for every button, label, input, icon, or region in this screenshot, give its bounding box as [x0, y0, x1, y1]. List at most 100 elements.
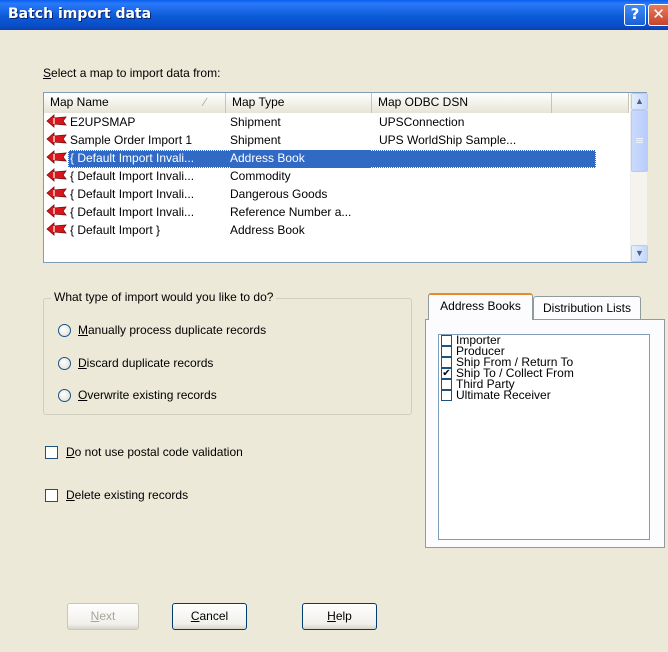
- column-label: Map Type: [232, 95, 285, 109]
- prompt-mnemonic: S: [43, 66, 52, 80]
- help-button[interactable]: Help: [302, 603, 377, 630]
- label-text: elete existing records: [74, 488, 189, 502]
- radio-overwrite[interactable]: [58, 389, 71, 402]
- import-type-title: What type of import would you like to do…: [51, 290, 277, 304]
- tab-label: Distribution Lists: [542, 301, 632, 315]
- table-row[interactable]: E2UPSMAP Shipment UPSConnection: [44, 114, 629, 132]
- checkbox[interactable]: [441, 379, 452, 390]
- button-label: ext: [99, 609, 116, 623]
- scroll-down-icon: ▼: [635, 248, 644, 258]
- table-row[interactable]: { Default Import } Address Book: [44, 222, 629, 240]
- column-header-dsn[interactable]: Map ODBC DSN: [372, 93, 552, 113]
- column-header-empty[interactable]: [552, 93, 629, 113]
- title-bar[interactable]: Batch import data ? ✕: [0, 0, 668, 30]
- column-header-map-type[interactable]: Map Type: [226, 93, 372, 113]
- map-type-cell: Reference Number a...: [230, 205, 352, 219]
- red-flag-icon: [46, 168, 68, 182]
- column-label: Map Name: [50, 95, 109, 109]
- checkbox[interactable]: [441, 335, 452, 346]
- map-name-text: { Default Import Invali...: [70, 151, 195, 165]
- map-type-cell: Commodity: [230, 169, 291, 183]
- tab-distribution-lists[interactable]: Distribution Lists: [533, 296, 641, 320]
- next-button[interactable]: Next: [67, 603, 139, 630]
- address-book-item[interactable]: Ultimate Receiver: [439, 388, 649, 402]
- batch-import-dialog: Batch import data ? ✕ Select a map to im…: [0, 0, 668, 652]
- address-book-label: Ultimate Receiver: [456, 388, 551, 402]
- red-flag-icon: [46, 150, 68, 164]
- column-label: Map ODBC DSN: [378, 95, 469, 109]
- red-flag-icon: [46, 186, 68, 200]
- table-row[interactable]: { Default Import Invali... Address Book: [44, 150, 629, 168]
- help-icon: ?: [630, 5, 640, 23]
- red-flag-icon: [46, 222, 68, 236]
- close-button[interactable]: ✕: [648, 4, 668, 26]
- mnemonic: H: [327, 609, 336, 623]
- table-row[interactable]: { Default Import Invali... Dangerous Good…: [44, 186, 629, 204]
- radio-overwrite-label[interactable]: Overwrite existing records: [78, 388, 217, 402]
- map-dsn-cell: [379, 222, 549, 240]
- radio-discard-label[interactable]: Discard duplicate records: [78, 356, 213, 370]
- map-name-cell: { Default Import Invali...: [46, 150, 228, 168]
- checkbox[interactable]: [441, 390, 452, 401]
- radio-discard[interactable]: [58, 357, 71, 370]
- label-text: o not use postal code validation: [74, 445, 243, 459]
- red-flag-icon: [46, 114, 68, 128]
- map-type-cell: Address Book: [230, 150, 370, 168]
- sort-arrow-icon: ∕: [204, 95, 207, 109]
- map-type-cell: Dangerous Goods: [230, 187, 328, 201]
- table-row[interactable]: Sample Order Import 1 Shipment UPS WorldSh…: [44, 132, 629, 150]
- label-text: anually process duplicate records: [88, 323, 267, 337]
- close-icon: ✕: [652, 5, 665, 23]
- map-name-cell: { Default Import }: [46, 222, 228, 240]
- map-dsn-cell: UPS WorldShip Sample...: [379, 133, 517, 147]
- checkbox-delete-existing-label[interactable]: Delete existing records: [66, 488, 188, 502]
- checkbox-delete-existing[interactable]: [45, 489, 58, 502]
- checkbox[interactable]: [441, 346, 452, 357]
- vertical-scrollbar[interactable]: ▲ ▼: [630, 93, 648, 262]
- tab-address-books[interactable]: Address Books: [428, 293, 533, 320]
- grip-line: [636, 138, 643, 139]
- map-dsn-cell: [379, 168, 549, 186]
- scroll-down-button[interactable]: ▼: [631, 245, 648, 262]
- help-title-button[interactable]: ?: [624, 4, 646, 26]
- cancel-button[interactable]: Cancel: [172, 603, 247, 630]
- mnemonic: D: [66, 445, 75, 459]
- map-dsn-cell: UPSConnection: [379, 115, 465, 129]
- map-list[interactable]: Map Name ∕ Map Type Map ODBC DSN E2UPSMA…: [43, 92, 648, 263]
- button-label: elp: [335, 609, 352, 623]
- tab-panel: Importer Producer Ship From / Return To ✔ Sh…: [425, 319, 665, 548]
- mnemonic: M: [78, 323, 88, 337]
- map-name-cell: Sample Order Import 1: [46, 132, 228, 150]
- checkbox[interactable]: [441, 357, 452, 368]
- table-row[interactable]: { Default Import Invali... Commodity: [44, 168, 629, 186]
- mnemonic: D: [78, 356, 87, 370]
- prompt-text: elect a map to import data from:: [51, 66, 221, 80]
- map-type-cell: Shipment: [230, 133, 281, 147]
- red-flag-icon: [46, 204, 68, 218]
- list-rows: E2UPSMAP Shipment UPSConnection Sample Orde…: [44, 114, 629, 240]
- scroll-up-button[interactable]: ▲: [631, 93, 648, 110]
- map-name-cell: E2UPSMAP: [46, 114, 228, 132]
- map-name-text: { Default Import }: [70, 223, 161, 237]
- checkbox[interactable]: ✔: [441, 368, 452, 379]
- map-dsn-cell: [379, 186, 549, 204]
- checkbox-no-postal-validation[interactable]: [45, 446, 58, 459]
- grip-line: [636, 140, 643, 141]
- radio-manual-process[interactable]: [58, 324, 71, 337]
- map-name-cell: { Default Import Invali...: [46, 168, 228, 186]
- window-title: Batch import data: [8, 6, 152, 22]
- checkbox-no-postal-validation-label[interactable]: Do not use postal code validation: [66, 445, 243, 459]
- address-book-checklist[interactable]: Importer Producer Ship From / Return To ✔ Sh…: [438, 334, 650, 540]
- map-dsn-cell: [379, 150, 549, 168]
- scroll-up-icon: ▲: [635, 96, 644, 106]
- scroll-thumb[interactable]: [631, 110, 648, 172]
- map-name-text: { Default Import Invali...: [70, 205, 195, 219]
- map-name-text: Sample Order Import 1: [70, 133, 193, 147]
- grip-line: [636, 142, 643, 143]
- column-header-map-name[interactable]: Map Name ∕: [44, 93, 226, 113]
- radio-manual-label[interactable]: Manually process duplicate records: [78, 323, 266, 337]
- table-row[interactable]: { Default Import Invali... Reference Numb…: [44, 204, 629, 222]
- map-dsn-cell: [379, 204, 549, 222]
- map-type-cell: Shipment: [230, 115, 281, 129]
- list-header: Map Name ∕ Map Type Map ODBC DSN: [44, 93, 629, 113]
